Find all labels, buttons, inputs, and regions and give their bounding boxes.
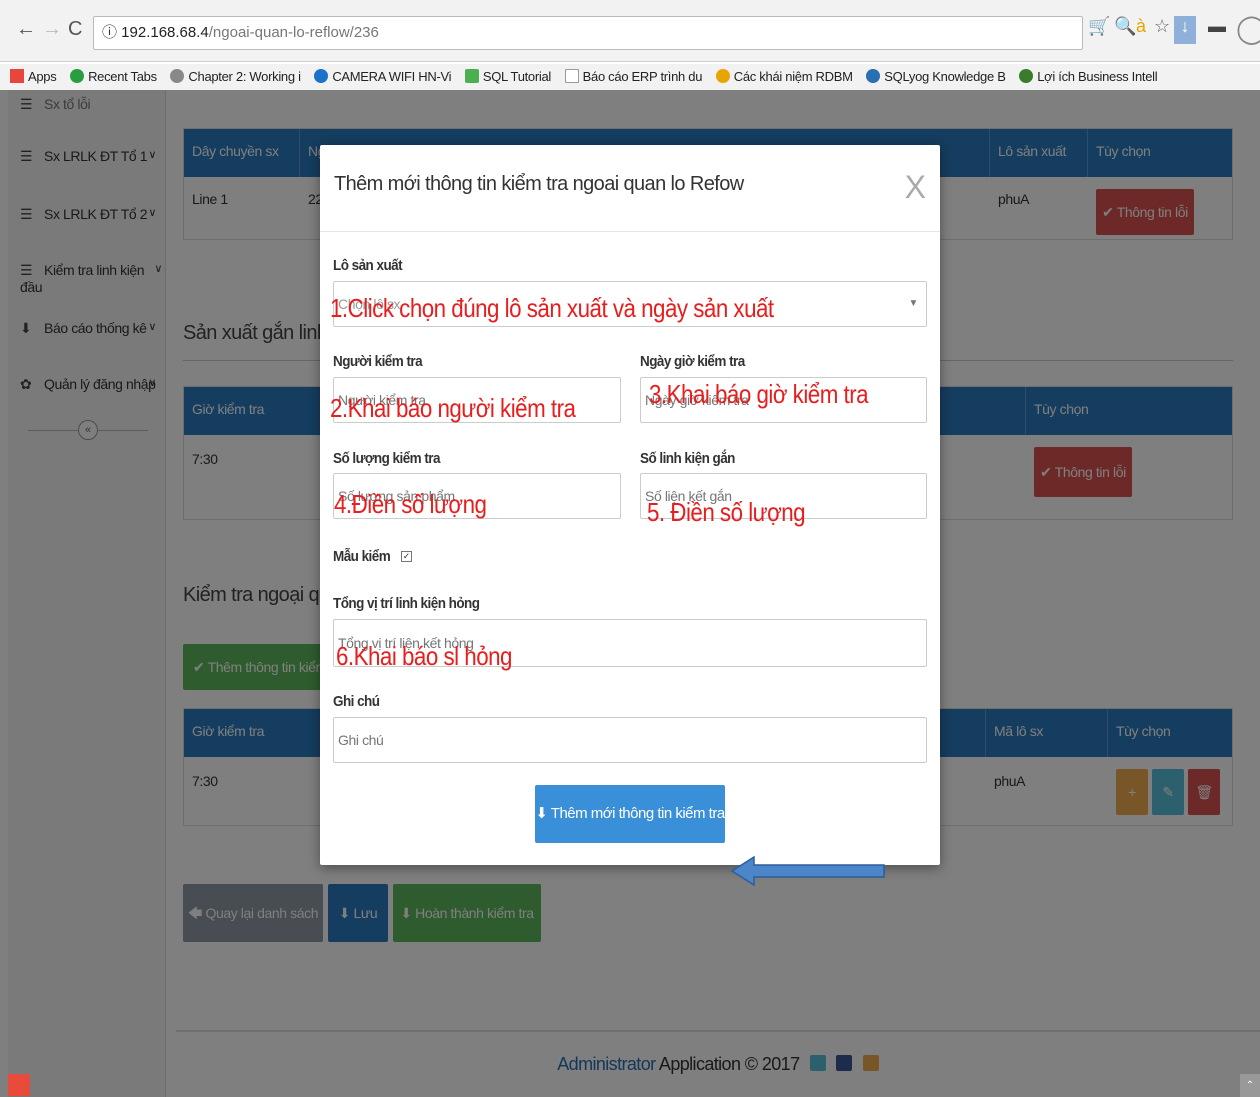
url-host: 192.168.68.4 xyxy=(121,24,209,41)
nav-row: ← → C ⓘ 192.168.68.4/ngoai-quan-lo-reflo… xyxy=(0,13,1260,50)
bookmark-sql-tutorial[interactable]: SQL Tutorial xyxy=(464,64,551,90)
note-label: Ghi chú xyxy=(333,693,380,710)
inspector-label: Người kiểm tra xyxy=(333,353,423,370)
app-tray-icon[interactable] xyxy=(8,1074,30,1096)
w3-icon xyxy=(464,69,479,83)
datetime-label: Ngày giờ kiểm tra xyxy=(640,353,745,370)
sqlyog-icon xyxy=(866,69,881,83)
camera-site-icon xyxy=(314,69,329,83)
note-input[interactable] xyxy=(333,717,927,763)
annotation-step6: 6.Khai báo sl hỏng xyxy=(336,641,512,671)
zoom-icon[interactable]: 🔍 xyxy=(1114,16,1136,37)
submit-inspection-button[interactable]: ⬇ Thêm mới thông tin kiểm tra xyxy=(535,785,725,843)
annotation-step2: 2.Khai báo người kiểm tra xyxy=(330,393,576,423)
pointer-arrow-icon xyxy=(730,855,885,887)
parts-label: Số linh kiện gắn xyxy=(640,450,735,467)
translate-icon[interactable]: à xyxy=(1136,16,1146,37)
divider xyxy=(320,231,940,232)
incognito-icon[interactable]: ▬ xyxy=(1208,16,1226,37)
bookmark-erp-report[interactable]: Báo cáo ERP trình du xyxy=(564,64,702,90)
lot-label: Lô sản xuất xyxy=(333,257,403,274)
bookmarks-bar: Apps Recent Tabs Chapter 2: Working i CA… xyxy=(0,64,1260,90)
modal-title: Thêm mới thông tin kiểm tra ngoai quan l… xyxy=(334,173,744,195)
scroll-top-icon[interactable]: ⌃ xyxy=(1240,1074,1260,1097)
cart-extension-icon[interactable]: 🛒 xyxy=(1088,16,1110,37)
defect-label: Tổng vị trí linh kiện hỏng xyxy=(333,595,480,612)
forward-arrow-icon[interactable]: → xyxy=(42,18,62,41)
bookmark-rdbms[interactable]: Các khái niệm RDBM xyxy=(715,64,853,90)
info-icon: ⓘ xyxy=(102,24,122,41)
annotation-step3: 3.Khai báo giờ kiểm tra xyxy=(649,379,869,409)
sample-label: Mẫu kiểm xyxy=(333,548,391,565)
star-icon[interactable]: ☆ xyxy=(1154,16,1170,37)
chevron-down-icon: ▼ xyxy=(908,298,919,309)
browser-menu-icon[interactable]: ◯ xyxy=(1236,12,1260,45)
sample-checkbox[interactable]: ✓ xyxy=(401,551,412,562)
back-arrow-icon[interactable]: ← xyxy=(16,18,36,41)
url-path: /ngoai-quan-lo-reflow/236 xyxy=(208,24,379,41)
bookmark-sqlyog[interactable]: SQLyog Knowledge B xyxy=(866,64,1006,90)
download-icon: ⬇ xyxy=(535,805,551,822)
page-icon xyxy=(564,69,579,83)
close-icon[interactable]: X xyxy=(905,169,926,206)
annotation-step5: 5. Điền số lượng xyxy=(647,497,806,527)
qty-label: Số lượng kiểm tra xyxy=(333,450,441,467)
browser-toolbar: ← → C ⓘ 192.168.68.4/ngoai-quan-lo-reflo… xyxy=(0,0,1260,62)
bookmark-chapter2[interactable]: Chapter 2: Working i xyxy=(170,64,301,90)
cisco-icon xyxy=(170,69,185,83)
bi-site-icon xyxy=(1019,69,1034,83)
bookmark-camera-wifi[interactable]: CAMERA WIFI HN-Vi xyxy=(314,64,452,90)
bookmark-business-intel[interactable]: Lợi ích Business Intell xyxy=(1019,64,1158,90)
apps-grid-icon xyxy=(10,69,24,83)
add-inspection-modal: Thêm mới thông tin kiểm tra ngoai quan l… xyxy=(320,145,940,865)
bookmark-recent-tabs[interactable]: Recent Tabs xyxy=(70,64,157,90)
java-icon xyxy=(715,69,730,83)
bookmark-apps[interactable]: Apps xyxy=(10,64,57,90)
download-extension-icon[interactable]: ↓ xyxy=(1174,16,1196,44)
annotation-step1: 1.Click chọn đúng lô sản xuất và ngày sả… xyxy=(330,293,774,323)
address-bar[interactable]: ⓘ 192.168.68.4/ngoai-quan-lo-reflow/236 xyxy=(93,16,1083,50)
reload-icon[interactable]: C xyxy=(68,18,82,41)
annotation-step4: 4.Điền số lượng xyxy=(334,489,487,519)
recent-tabs-icon xyxy=(70,69,85,83)
